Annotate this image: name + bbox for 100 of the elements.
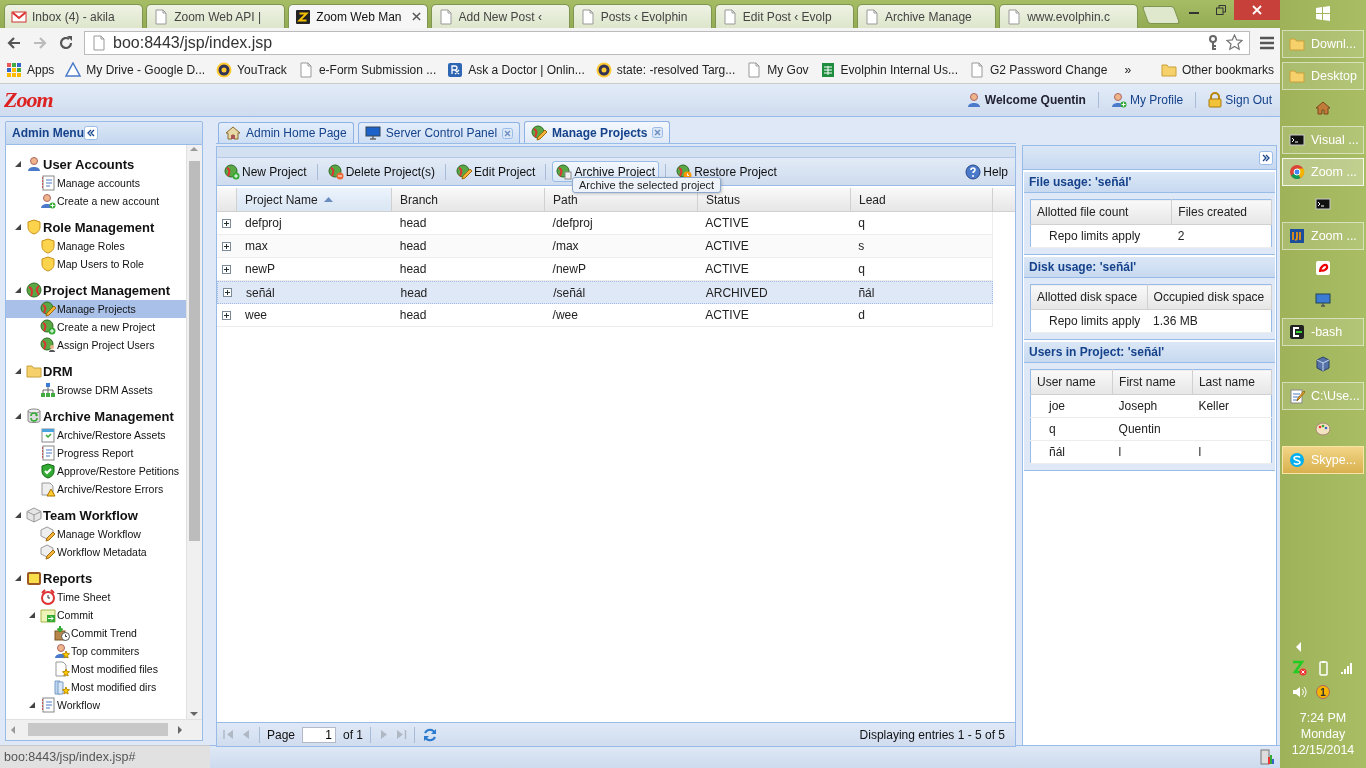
menu-item[interactable]: Most modified files [6,660,186,678]
menu-item[interactable]: Workflow Metadata [6,543,186,561]
expand-row-icon[interactable] [222,310,232,320]
browser-tab[interactable]: www.evolphin.c [999,4,1139,28]
new-tab-button[interactable] [1142,6,1181,24]
menu-item[interactable]: Archive/Restore Errors [6,480,186,498]
menu-item[interactable]: Workflow [6,696,186,714]
expand-triangle-icon[interactable] [27,700,37,710]
more-bookmarks-button[interactable]: » [1124,63,1132,77]
toolbar-button[interactable]: Edit Project [452,161,540,182]
page-field[interactable]: 1 [302,726,337,743]
table-row[interactable]: wee head /wee ACTIVE d [217,304,993,327]
close-icon[interactable] [652,127,664,138]
notification-badge[interactable]: 1 [1316,685,1330,699]
column-header[interactable]: Files created [1171,199,1272,225]
menu-section[interactable]: Archive Management [6,406,186,426]
expand-triangle-icon[interactable] [13,159,23,169]
star-icon[interactable] [1226,34,1243,51]
menu-section[interactable]: DRM [6,361,186,381]
collapse-icon[interactable] [84,126,98,140]
expand-row-icon[interactable] [222,264,232,274]
bookmark-link[interactable]: state: -resolved Targ... [595,62,736,78]
menu-item[interactable]: Approve/Restore Petitions [6,462,186,480]
palette-icon[interactable] [1315,420,1331,436]
expand-triangle-icon[interactable] [13,222,23,232]
bookmark-folder[interactable]: Other bookmarks [1160,62,1274,78]
browser-tab[interactable]: Inbox (4) - akila [4,4,144,28]
menu-item[interactable]: Most modified dirs [6,678,186,696]
bookmark-link[interactable]: Ask a Doctor | Onlin... [447,62,585,78]
swirl-icon[interactable] [1315,260,1331,276]
expand-row-icon[interactable] [222,241,232,251]
browser-tab[interactable]: Zoom Web API | [146,4,286,28]
menu-section[interactable]: User Accounts [6,154,186,174]
menu-item[interactable]: Commit Trend [6,624,186,642]
monitor-icon[interactable] [1315,292,1331,308]
expand-row-icon[interactable] [222,218,232,228]
column-header[interactable]: Allotted disk space [1030,284,1148,310]
browser-tab[interactable]: Posts ‹ Evolphin [572,4,712,28]
bookmark-link[interactable]: YouTrack [216,62,287,78]
browser-tab[interactable]: Add New Post ‹ [430,4,570,28]
home-icon[interactable] [1315,100,1331,116]
column-header[interactable]: Last name [1192,369,1272,395]
console-icon[interactable] [1315,196,1331,212]
reload-icon[interactable] [58,34,74,51]
expand-row-icon[interactable] [223,288,233,297]
browser-tab[interactable]: Archive Manage [857,4,997,28]
horizontal-scrollbar[interactable] [6,719,202,740]
expand-triangle-icon[interactable] [13,573,23,583]
menu-item[interactable]: Manage Workflow [6,525,186,543]
menu-section[interactable]: Team Workflow [6,505,186,525]
welcome-link[interactable]: Welcome Quentin [965,92,1086,108]
menu-item[interactable]: Browse DRM Assets [6,381,186,399]
header-link[interactable]: My Profile [1110,92,1184,108]
menu-section[interactable]: Reports [6,568,186,588]
browser-tab[interactable]: Edit Post ‹ Evolp [714,4,855,28]
address-bar[interactable]: boo:8443/jsp/index.jsp [84,30,1250,55]
menu-icon[interactable] [1260,35,1274,50]
menu-item[interactable]: Progress Report [6,444,186,462]
bookmark-link[interactable]: Evolphin Internal Us... [819,62,958,78]
expand-triangle-icon[interactable] [13,411,23,421]
table-row[interactable]: max head /max ACTIVE s [217,235,993,258]
refresh-icon[interactable] [422,726,439,743]
header-link[interactable]: Sign Out [1208,92,1272,108]
expand-triangle-icon[interactable] [13,510,23,520]
close-icon[interactable] [502,127,514,139]
expand-triangle-icon[interactable] [13,366,23,376]
cube-icon[interactable] [1315,356,1331,372]
menu-item[interactable]: Manage Roles [6,237,186,255]
tab[interactable]: Server Control Panel [357,122,521,143]
browser-tab[interactable]: Zoom Web Man [288,4,428,28]
column-header[interactable]: Allotted file count [1030,199,1172,225]
column-header[interactable]: Project Name [237,188,392,211]
vertical-scrollbar[interactable] [186,145,202,719]
toolbar-button[interactable]: Delete Project(s) [323,161,440,182]
menu-item[interactable]: Create a new account [6,192,186,210]
menu-item[interactable]: Map Users to Role [6,255,186,273]
expand-icon[interactable] [1259,150,1273,165]
back-arrow-icon[interactable] [6,34,22,51]
bookmark-link[interactable]: e-Form Submission ... [297,62,437,78]
bookmark-link[interactable]: G2 Password Change [969,62,1108,78]
column-header[interactable]: User name [1030,369,1113,395]
menu-item[interactable]: Manage Projects [6,300,186,318]
column-header[interactable]: Lead [851,188,993,211]
menu-item[interactable]: Commit [6,606,186,624]
windows-start-icon[interactable] [1315,5,1331,21]
column-header[interactable]: Occupied disk space [1147,284,1272,310]
help-button[interactable]: Help [961,161,1012,182]
menu-item[interactable]: Archive/Restore Assets [6,426,186,444]
restore-icon[interactable] [1215,5,1226,15]
bookmark-link[interactable]: Apps [6,62,55,78]
bookmark-link[interactable]: My Gov [746,62,809,78]
menu-section[interactable]: Role Management [6,217,186,237]
menu-item[interactable]: Time Sheet [6,588,186,606]
close-icon[interactable] [411,12,421,21]
menu-item[interactable]: Manage accounts [6,174,186,192]
menu-section[interactable]: Project Management [6,280,186,300]
bookmark-link[interactable]: My Drive - Google D... [65,62,206,78]
tab[interactable]: Admin Home Page [218,122,354,143]
column-header[interactable]: Branch [392,188,545,211]
menu-item[interactable]: Top commiters [6,642,186,660]
